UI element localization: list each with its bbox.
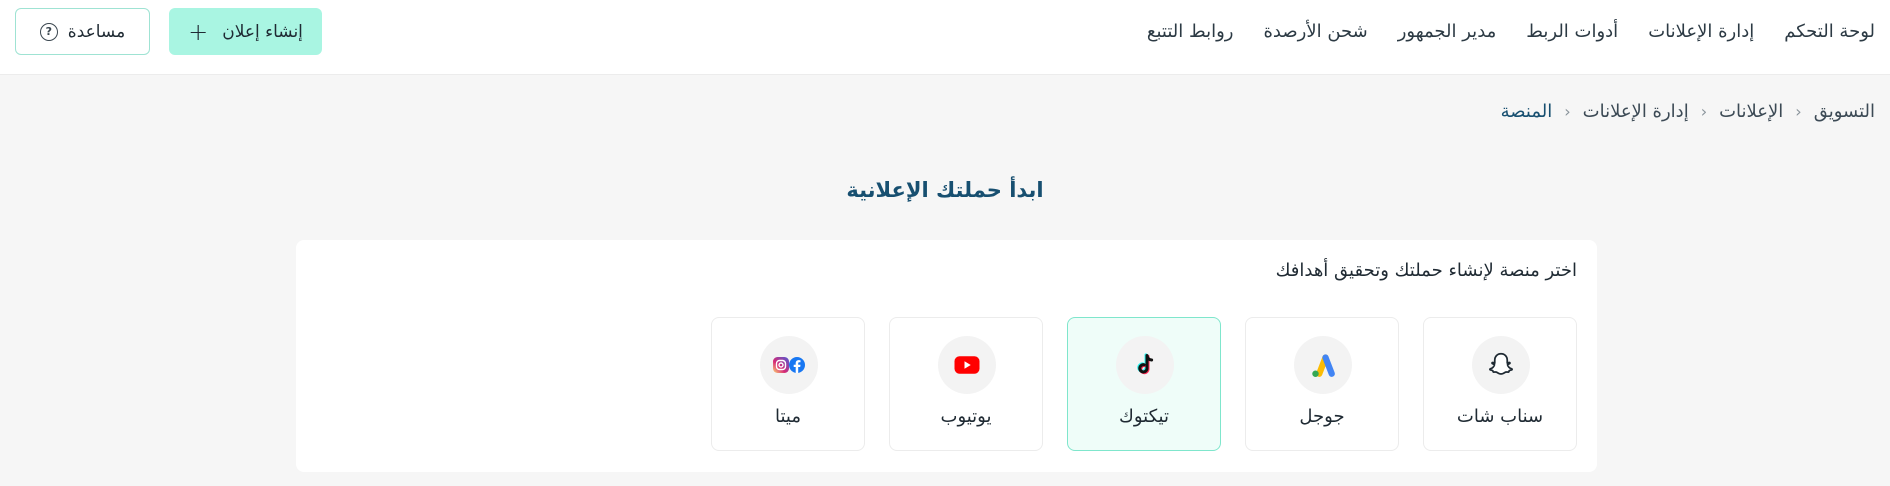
breadcrumb: التسويق ‹ الإعلانات ‹ إدارة الإعلانات ‹ … bbox=[1501, 98, 1875, 124]
page-title: ابدأ حملتك الإعلانية bbox=[846, 178, 1044, 202]
youtube-icon bbox=[938, 336, 996, 394]
platform-selection-card: اختر منصة لإنشاء حملتك وتحقيق أهدافك سنا… bbox=[296, 240, 1597, 472]
nav-balance-topup[interactable]: شحن الأرصدة bbox=[1263, 21, 1367, 42]
nav-integration-tools[interactable]: أدوات الربط bbox=[1526, 21, 1618, 42]
platform-label: يوتيوب bbox=[940, 406, 992, 427]
meta-icon bbox=[760, 336, 818, 394]
platform-tile-google[interactable]: جوجل bbox=[1245, 317, 1399, 451]
platform-label: تيكتوك bbox=[1119, 406, 1169, 427]
chevron-left-icon: ‹ bbox=[1700, 101, 1708, 121]
card-subtitle: اختر منصة لإنشاء حملتك وتحقيق أهدافك bbox=[1275, 260, 1577, 281]
nav-tracking-links[interactable]: روابط التتبع bbox=[1147, 21, 1234, 42]
create-ad-label: إنشاء إعلان bbox=[222, 21, 303, 42]
help-label: مساعدة bbox=[67, 21, 126, 42]
chevron-left-icon: ‹ bbox=[1795, 101, 1802, 121]
main-nav: لوحة التحكم إدارة الإعلانات أدوات الربط … bbox=[1147, 0, 1875, 62]
breadcrumb-marketing[interactable]: التسويق bbox=[1814, 101, 1875, 122]
nav-audience-manager[interactable]: مدير الجمهور bbox=[1398, 21, 1497, 42]
create-ad-button[interactable]: إنشاء إعلان + bbox=[169, 8, 322, 55]
help-button[interactable]: مساعدة ? bbox=[15, 8, 150, 55]
platform-label: جوجل bbox=[1299, 406, 1345, 427]
nav-ads-management[interactable]: إدارة الإعلانات bbox=[1648, 21, 1754, 42]
chevron-left-icon: ‹ bbox=[1564, 101, 1571, 121]
platform-label: ميتا bbox=[775, 406, 801, 427]
top-navbar: لوحة التحكم إدارة الإعلانات أدوات الربط … bbox=[0, 0, 1890, 75]
platform-tile-meta[interactable]: ميتا bbox=[711, 317, 865, 451]
breadcrumb-platform: المنصة bbox=[1500, 100, 1553, 122]
platform-tile-snapchat[interactable]: سناب شات bbox=[1423, 317, 1577, 451]
breadcrumb-ads-management[interactable]: إدارة الإعلانات bbox=[1583, 101, 1689, 122]
platform-tile-tiktok[interactable]: تيكتوك bbox=[1067, 317, 1221, 451]
question-circle-icon: ? bbox=[39, 22, 58, 41]
tiktok-icon bbox=[1116, 336, 1174, 394]
google-ads-icon bbox=[1294, 336, 1352, 394]
breadcrumb-ads[interactable]: الإعلانات bbox=[1719, 101, 1783, 122]
platform-label: سناب شات bbox=[1456, 406, 1544, 427]
platform-tile-youtube[interactable]: يوتيوب bbox=[889, 317, 1043, 451]
plus-icon: + bbox=[188, 17, 209, 46]
nav-dashboard[interactable]: لوحة التحكم bbox=[1784, 21, 1875, 42]
snapchat-icon bbox=[1472, 336, 1530, 394]
platform-list: سناب شات جوجل تيكتوك يوتيوب ميتا bbox=[711, 317, 1577, 451]
